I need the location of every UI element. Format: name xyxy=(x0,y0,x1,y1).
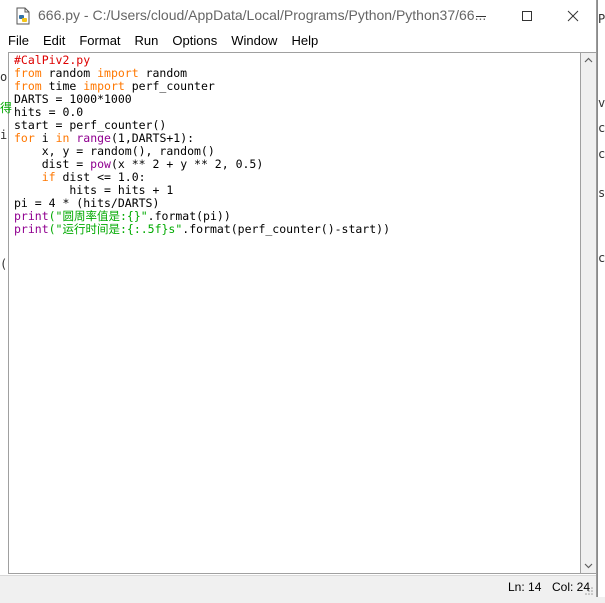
menu-options[interactable]: Options xyxy=(165,31,224,51)
background-text-fragment: P xyxy=(598,12,605,26)
minimize-button[interactable] xyxy=(458,0,504,31)
code-token: import xyxy=(97,66,139,80)
code-token: ("圆周率值是:{}" xyxy=(48,209,148,223)
code-token: print xyxy=(14,209,49,223)
background-text-fragment: s/ xyxy=(598,186,605,200)
close-button[interactable] xyxy=(550,0,596,31)
background-text-fragment: o xyxy=(0,70,8,84)
menu-run[interactable]: Run xyxy=(128,31,166,51)
code-token: print xyxy=(14,222,49,236)
chevron-up-icon xyxy=(584,57,593,63)
code-token: i xyxy=(34,131,56,145)
background-text-fragment: ( xyxy=(0,257,8,271)
code-token: x, y = random(), random() xyxy=(14,144,215,158)
code-token: hits = 0.0 xyxy=(14,105,84,119)
status-bar: Ln: 14 Col: 24 xyxy=(0,575,596,598)
background-window-right[interactable] xyxy=(597,0,605,603)
code-token: random xyxy=(41,66,98,80)
window-title: 666.py - C:/Users/cloud/AppData/Local/Pr… xyxy=(38,7,487,23)
code-token: .format(pi)) xyxy=(147,209,231,223)
code-token: time xyxy=(41,79,84,93)
chevron-down-icon xyxy=(584,563,593,569)
close-icon xyxy=(567,10,579,21)
vertical-scrollbar[interactable] xyxy=(581,52,596,574)
code-token: (1,DARTS+1): xyxy=(110,131,195,145)
code-token: pow xyxy=(90,157,111,171)
minimize-icon xyxy=(476,15,486,17)
code-token: in xyxy=(55,131,70,145)
code-token: start = perf_counter() xyxy=(14,118,167,132)
menu-help[interactable]: Help xyxy=(284,31,325,51)
maximize-icon xyxy=(522,10,532,21)
code-token: .format(perf_counter()-start)) xyxy=(182,222,391,236)
menu-window[interactable]: Window xyxy=(224,31,284,51)
menu-format[interactable]: Format xyxy=(72,31,127,51)
code-token: from xyxy=(14,79,42,93)
code-text[interactable]: #CalPiv2.py from random import random from… xyxy=(14,54,390,236)
menu-edit[interactable]: Edit xyxy=(36,31,72,51)
code-token: dist = xyxy=(14,157,91,171)
code-token: dist <= 1.0: xyxy=(55,170,146,184)
code-token: hits = hits + 1 xyxy=(14,183,174,197)
code-token: range xyxy=(76,131,111,145)
code-token: (x ** 2 + y ** 2, 0.5) xyxy=(110,157,264,171)
code-token: from xyxy=(14,66,42,80)
code-editor[interactable]: #CalPiv2.py from random import random from… xyxy=(8,52,581,574)
code-token: for xyxy=(14,131,35,145)
code-token: ("运行时间是:{:.5f}s" xyxy=(48,222,183,236)
background-text-fragment: c xyxy=(598,121,605,135)
status-line-number: Ln: 14 xyxy=(508,580,542,594)
code-token: DARTS = 1000*1000 xyxy=(14,92,132,106)
code-token: import xyxy=(83,79,125,93)
code-line[interactable]: print("运行时间是:{:.5f}s".format(perf_counte… xyxy=(14,223,390,236)
taskbar-edge xyxy=(0,597,605,603)
scroll-up-button[interactable] xyxy=(581,53,596,67)
idle-editor-window: 666.py - C:/Users/cloud/AppData/Local/Pr… xyxy=(0,0,597,603)
menu-file[interactable]: File xyxy=(0,31,36,51)
resize-grip-icon[interactable] xyxy=(584,586,594,596)
code-token: if xyxy=(41,170,56,184)
code-token: random xyxy=(138,66,188,80)
background-text-fragment: v xyxy=(598,96,605,110)
desktop: P v c ch s/ ch 666.py - C:/Users/cloud/A… xyxy=(0,0,605,603)
scroll-down-button[interactable] xyxy=(581,559,596,573)
menu-bar: File Edit Format Run Options Window Help xyxy=(0,31,596,51)
maximize-button[interactable] xyxy=(504,0,550,31)
code-token: perf_counter xyxy=(124,79,215,93)
background-text-fragment: 得 xyxy=(0,101,13,115)
title-bar[interactable]: 666.py - C:/Users/cloud/AppData/Local/Pr… xyxy=(0,0,596,31)
python-file-icon xyxy=(16,7,30,25)
background-text-fragment: i xyxy=(0,128,8,142)
background-text-fragment: ch xyxy=(598,147,605,161)
background-text-fragment: ch xyxy=(598,251,605,265)
code-token: pi = 4 * (hits/DARTS) xyxy=(14,196,160,210)
code-token: #CalPiv2.py xyxy=(14,53,91,67)
